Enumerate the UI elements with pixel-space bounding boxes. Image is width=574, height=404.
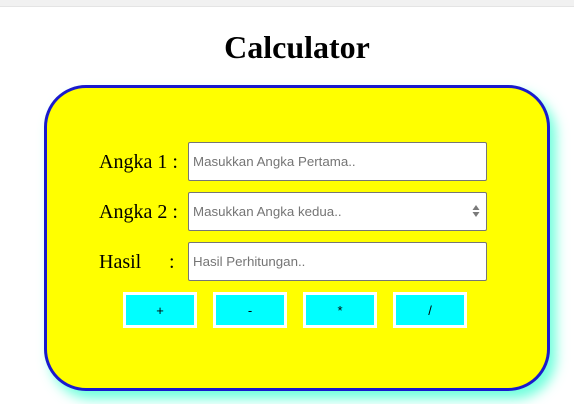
add-button[interactable]: + xyxy=(123,292,197,328)
divide-button[interactable]: / xyxy=(393,292,467,328)
multiply-button[interactable]: * xyxy=(303,292,377,328)
hasil-label: Hasil xyxy=(99,251,142,273)
browser-top-strip xyxy=(0,0,574,7)
hasil-output[interactable] xyxy=(188,242,487,281)
hasil-colon: : xyxy=(169,251,175,273)
angka1-label: Angka 1 : xyxy=(99,151,178,173)
angka2-label: Angka 2 : xyxy=(99,201,178,223)
calculator-card xyxy=(44,85,550,391)
page-title: Calculator xyxy=(224,29,370,65)
spinner-arrows-icon[interactable] xyxy=(472,204,480,218)
angka2-input[interactable] xyxy=(188,192,487,231)
angka1-input[interactable] xyxy=(188,142,487,181)
subtract-button[interactable]: - xyxy=(213,292,287,328)
